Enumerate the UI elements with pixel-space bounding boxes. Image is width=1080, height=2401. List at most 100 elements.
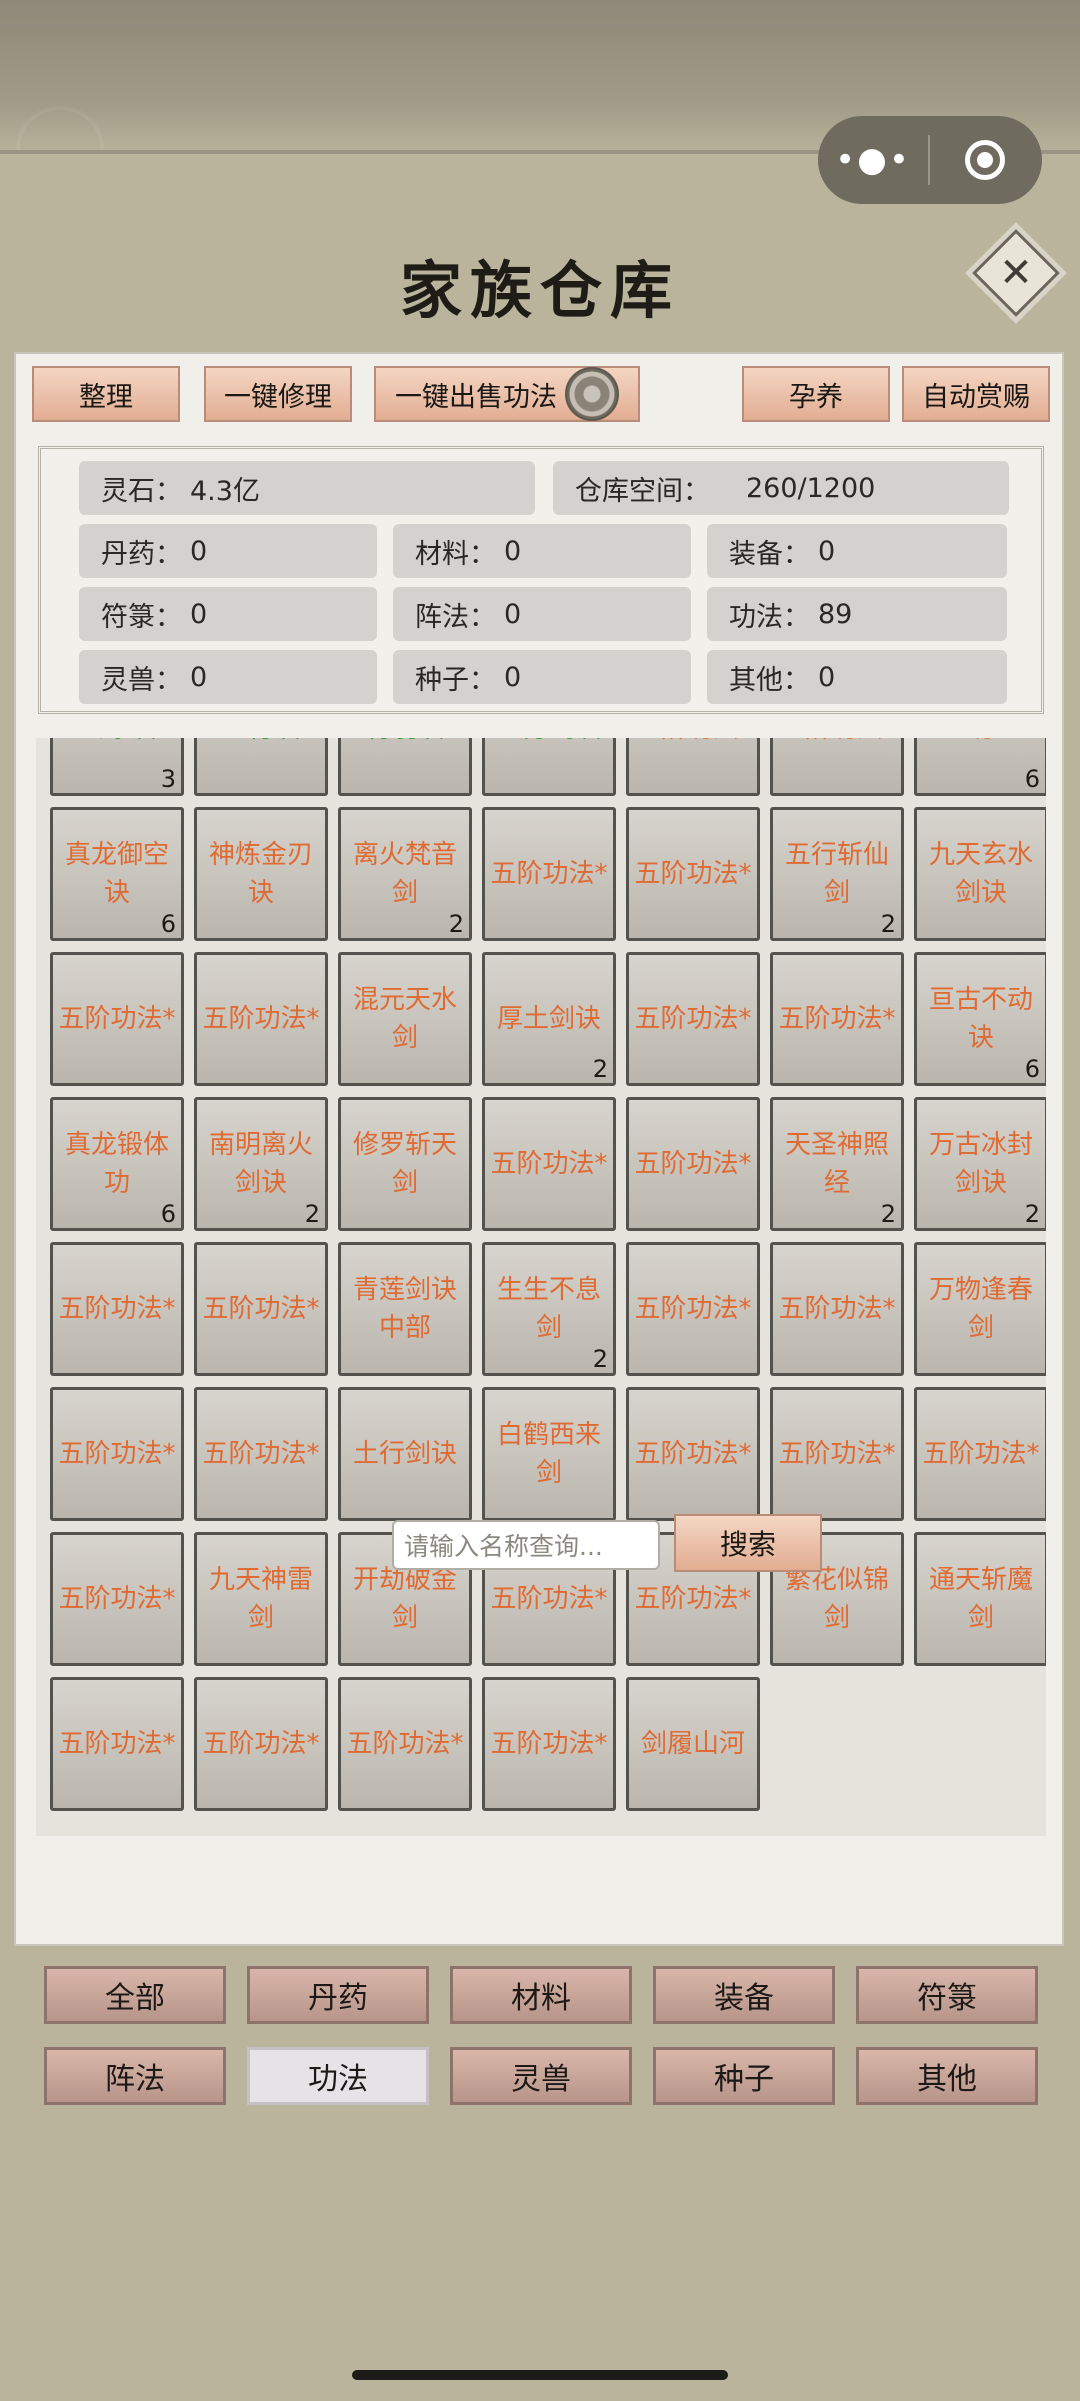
- item-slot[interactable]: 五阶功法*: [914, 1387, 1046, 1521]
- item-name: 神炼金刃诀: [208, 840, 313, 908]
- miniprogram-capsule: •●•: [818, 116, 1042, 204]
- item-slot[interactable]: 九天玄水剑诀: [914, 807, 1046, 941]
- item-slot[interactable]: 五行斩仙剑 2: [770, 807, 904, 941]
- item-name: 五阶功法*: [58, 1004, 176, 1034]
- repair-all-button[interactable]: 一键修理: [204, 366, 352, 422]
- item-slot[interactable]: 五阶功法*: [770, 738, 904, 796]
- item-slot[interactable]: 真龙锻体功 6: [50, 1097, 184, 1231]
- sell-all-label: 一键出售功法: [395, 381, 557, 413]
- item-slot[interactable]: 真龙御空诀 6: [50, 807, 184, 941]
- item-name: 功: [968, 738, 994, 748]
- item-slot[interactable]: 五阶功法*: [194, 952, 328, 1086]
- item-slot[interactable]: 青羽诀: [338, 738, 472, 796]
- tab-4[interactable]: 符箓: [856, 1966, 1038, 2024]
- item-slot[interactable]: 五阶功法*: [482, 1097, 616, 1231]
- item-name: 九天神雷剑: [208, 1565, 313, 1633]
- techniques-stat: 功法： 89: [707, 587, 1007, 641]
- item-name: 厚土剑诀: [496, 1004, 601, 1034]
- item-name: 土行诀: [222, 738, 300, 748]
- item-slot[interactable]: 五阶功法*: [626, 1387, 760, 1521]
- materials-stat: 材料： 0: [393, 524, 691, 578]
- item-slot[interactable]: 离火梵音剑 2: [338, 807, 472, 941]
- item-name: 混元天水剑: [352, 985, 457, 1053]
- tab-8[interactable]: 种子: [653, 2047, 835, 2105]
- gear-icon[interactable]: [565, 367, 619, 421]
- organize-button[interactable]: 整理: [32, 366, 180, 422]
- tab-1[interactable]: 丹药: [247, 1966, 429, 2024]
- item-slot[interactable]: 五阶功法*: [50, 952, 184, 1086]
- item-name: 天圣神照经: [784, 1130, 889, 1198]
- item-slot[interactable]: 南明离火剑诀 2: [194, 1097, 328, 1231]
- item-slot[interactable]: 白鹤西来剑: [482, 1387, 616, 1521]
- item-slot[interactable]: 天圣神照经 2: [770, 1097, 904, 1231]
- item-slot[interactable]: 万古冰封剑诀 2: [914, 1097, 1046, 1231]
- item-slot[interactable]: 五阶功法*: [50, 1677, 184, 1811]
- item-slot[interactable]: 五阶功法*: [626, 807, 760, 941]
- page-title: 家族仓库: [399, 254, 680, 327]
- item-slot[interactable]: 五阶功法*: [770, 1387, 904, 1521]
- item-slot[interactable]: 通天斩魔剑: [914, 1532, 1046, 1666]
- item-count: 2: [304, 1200, 320, 1228]
- item-name: 真龙锻体功: [64, 1130, 169, 1198]
- item-count: 2: [448, 910, 464, 938]
- item-slot[interactable]: 土行诀: [194, 738, 328, 796]
- item-slot[interactable]: 五阶功法*: [770, 952, 904, 1086]
- item-slot[interactable]: 神炼金刃诀: [194, 807, 328, 941]
- item-slot[interactable]: 剑履山河: [626, 1677, 760, 1811]
- tab-9[interactable]: 其他: [856, 2047, 1038, 2105]
- item-slot[interactable]: 五阶功法*: [50, 1387, 184, 1521]
- talismans-stat: 符箓： 0: [79, 587, 377, 641]
- item-slot[interactable]: 九天神雷剑: [194, 1532, 328, 1666]
- more-dots-icon[interactable]: •●•: [818, 140, 928, 180]
- action-toolbar: 整理 一键修理 一键出售功法 孕养 自动赏赐: [16, 366, 1062, 422]
- item-count: 6: [1024, 1055, 1040, 1083]
- item-name: 五阶功法*: [346, 1729, 464, 1759]
- auto-reward-button[interactable]: 自动赏赐: [902, 366, 1050, 422]
- item-slot[interactable]: 五阶功法*: [482, 1677, 616, 1811]
- tab-0[interactable]: 全部: [44, 1966, 226, 2024]
- item-name: 青莲剑诀中部: [352, 1275, 457, 1343]
- item-name: 五阶功法*: [490, 1584, 608, 1614]
- others-stat: 其他： 0: [707, 650, 1007, 704]
- tab-5[interactable]: 阵法: [44, 2047, 226, 2105]
- item-slot[interactable]: 万物逢春剑: [914, 1242, 1046, 1376]
- item-slot[interactable]: 功6: [914, 738, 1046, 796]
- item-slot[interactable]: 五阶功法*: [194, 1387, 328, 1521]
- tab-3[interactable]: 装备: [653, 1966, 835, 2024]
- search-input[interactable]: 请输入名称查询...: [392, 1520, 660, 1570]
- sell-all-techniques-button[interactable]: 一键出售功法: [374, 366, 640, 422]
- item-slot[interactable]: 土行剑诀: [338, 1387, 472, 1521]
- tab-7[interactable]: 灵兽: [450, 2047, 632, 2105]
- item-slot[interactable]: 修罗斩天剑: [338, 1097, 472, 1231]
- tab-2[interactable]: 材料: [450, 1966, 632, 2024]
- item-slot[interactable]: 五阶功法*: [770, 1242, 904, 1376]
- item-slot[interactable]: 五阶功法*: [194, 1677, 328, 1811]
- item-slot[interactable]: 厚土剑诀 2: [482, 952, 616, 1086]
- item-slot[interactable]: 玄冰诀 3: [50, 738, 184, 796]
- item-slot[interactable]: 三分剑诀: [482, 738, 616, 796]
- search-button[interactable]: 搜索: [674, 1514, 822, 1572]
- item-slot[interactable]: 五阶功法*: [50, 1532, 184, 1666]
- tab-6[interactable]: 功法: [247, 2047, 429, 2105]
- item-grid-scroll[interactable]: 玄冰诀3土行诀青羽诀三分剑诀五阶功法*五阶功法*功6真龙御空诀6神炼金刃诀离火梵…: [36, 738, 1046, 1836]
- item-name: 五阶功法*: [778, 1294, 896, 1324]
- item-name: 五阶功法*: [634, 1584, 752, 1614]
- item-slot[interactable]: 五阶功法*: [338, 1677, 472, 1811]
- item-slot[interactable]: 五阶功法*: [50, 1242, 184, 1376]
- close-icon: ✕: [999, 250, 1033, 296]
- item-name: 五阶功法*: [58, 1439, 176, 1469]
- item-slot[interactable]: 五阶功法*: [626, 952, 760, 1086]
- item-slot[interactable]: 五阶功法*: [626, 1097, 760, 1231]
- item-slot[interactable]: 五阶功法*: [626, 1242, 760, 1376]
- item-slot[interactable]: 五阶功法*: [482, 807, 616, 941]
- item-slot[interactable]: 亘古不动诀 6: [914, 952, 1046, 1086]
- item-slot[interactable]: 青莲剑诀中部: [338, 1242, 472, 1376]
- item-slot[interactable]: 五阶功法*: [194, 1242, 328, 1376]
- item-slot[interactable]: 五阶功法*: [626, 738, 760, 796]
- nurture-button[interactable]: 孕养: [742, 366, 890, 422]
- item-slot[interactable]: 生生不息剑 2: [482, 1242, 616, 1376]
- record-circle-icon[interactable]: [930, 140, 1040, 180]
- item-name: 五阶功法*: [922, 1439, 1040, 1469]
- item-name: 生生不息剑: [496, 1275, 601, 1343]
- item-slot[interactable]: 混元天水剑: [338, 952, 472, 1086]
